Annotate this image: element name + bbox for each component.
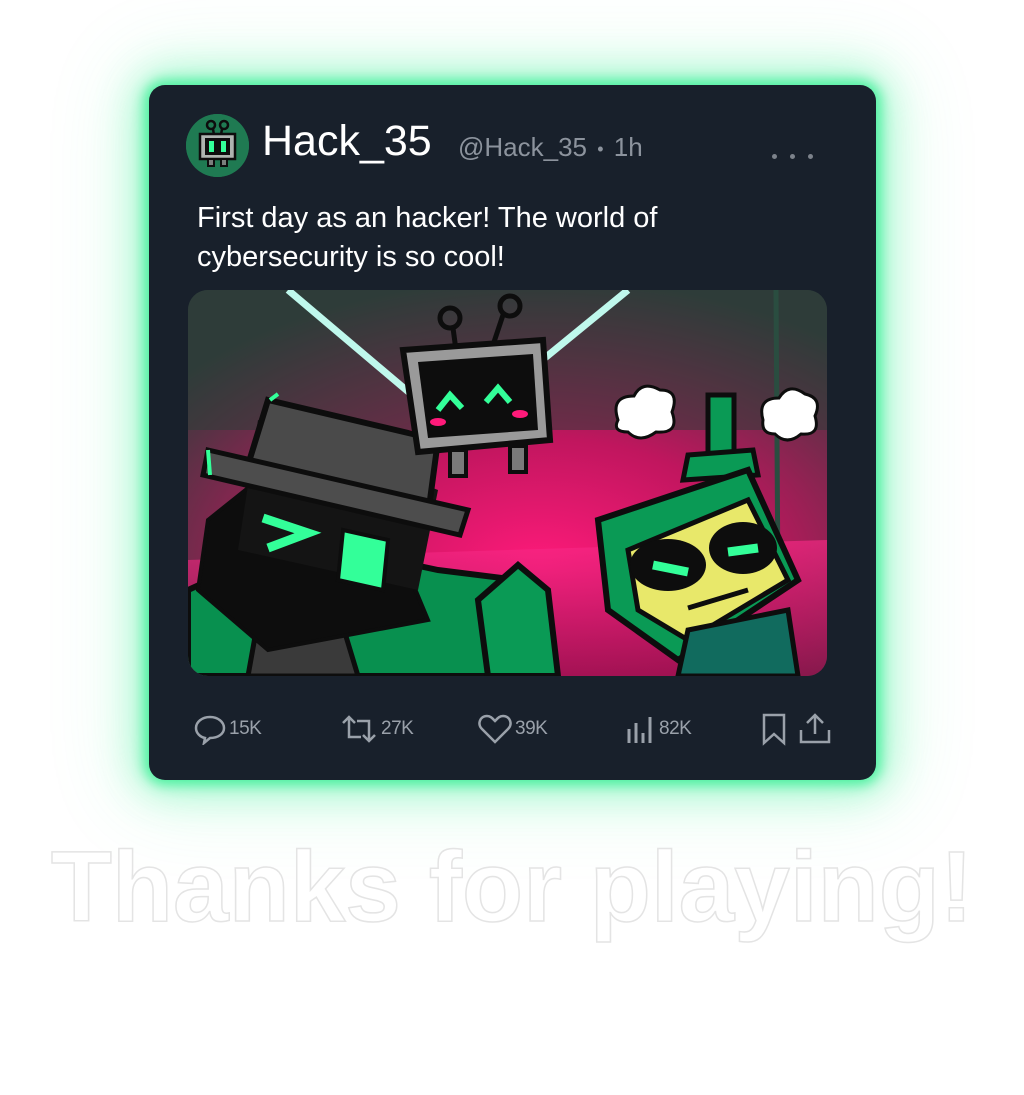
heart-icon — [478, 714, 512, 744]
user-handle[interactable]: @Hack_35 — [458, 132, 587, 162]
like-count: 39K — [515, 718, 548, 739]
thanks-message: Thanks for playing! — [50, 830, 974, 944]
views-button[interactable]: 82K — [625, 712, 692, 746]
like-button[interactable]: 39K — [477, 712, 548, 746]
post-meta: @Hack_35 • 1h — [458, 132, 643, 164]
share-button[interactable] — [797, 712, 833, 746]
reply-bubble-icon — [194, 715, 226, 745]
post-text: First day as an hacker! The world of cyb… — [197, 202, 658, 273]
bookmark-icon — [762, 713, 786, 746]
views-count: 82K — [659, 718, 692, 739]
repost-count: 27K — [381, 718, 414, 739]
reply-count: 15K — [229, 718, 262, 739]
robot-avatar-icon — [186, 114, 249, 177]
post-image[interactable] — [188, 290, 827, 676]
post-card: Hack_35 @Hack_35 • 1h First day as an ha… — [149, 85, 876, 780]
avatar[interactable] — [186, 114, 249, 177]
post-time[interactable]: 1h — [614, 132, 643, 162]
bookmark-button[interactable] — [760, 712, 788, 746]
repost-button[interactable]: 27K — [339, 712, 414, 746]
hacker-robots-illustration — [188, 290, 827, 676]
reply-button[interactable]: 15K — [193, 712, 262, 746]
bar-chart-icon — [627, 717, 652, 743]
share-icon — [799, 713, 831, 744]
more-options-button[interactable] — [769, 141, 821, 169]
meta-separator: • — [597, 139, 604, 160]
repost-icon — [342, 715, 376, 743]
display-name[interactable]: Hack_35 — [262, 117, 432, 165]
